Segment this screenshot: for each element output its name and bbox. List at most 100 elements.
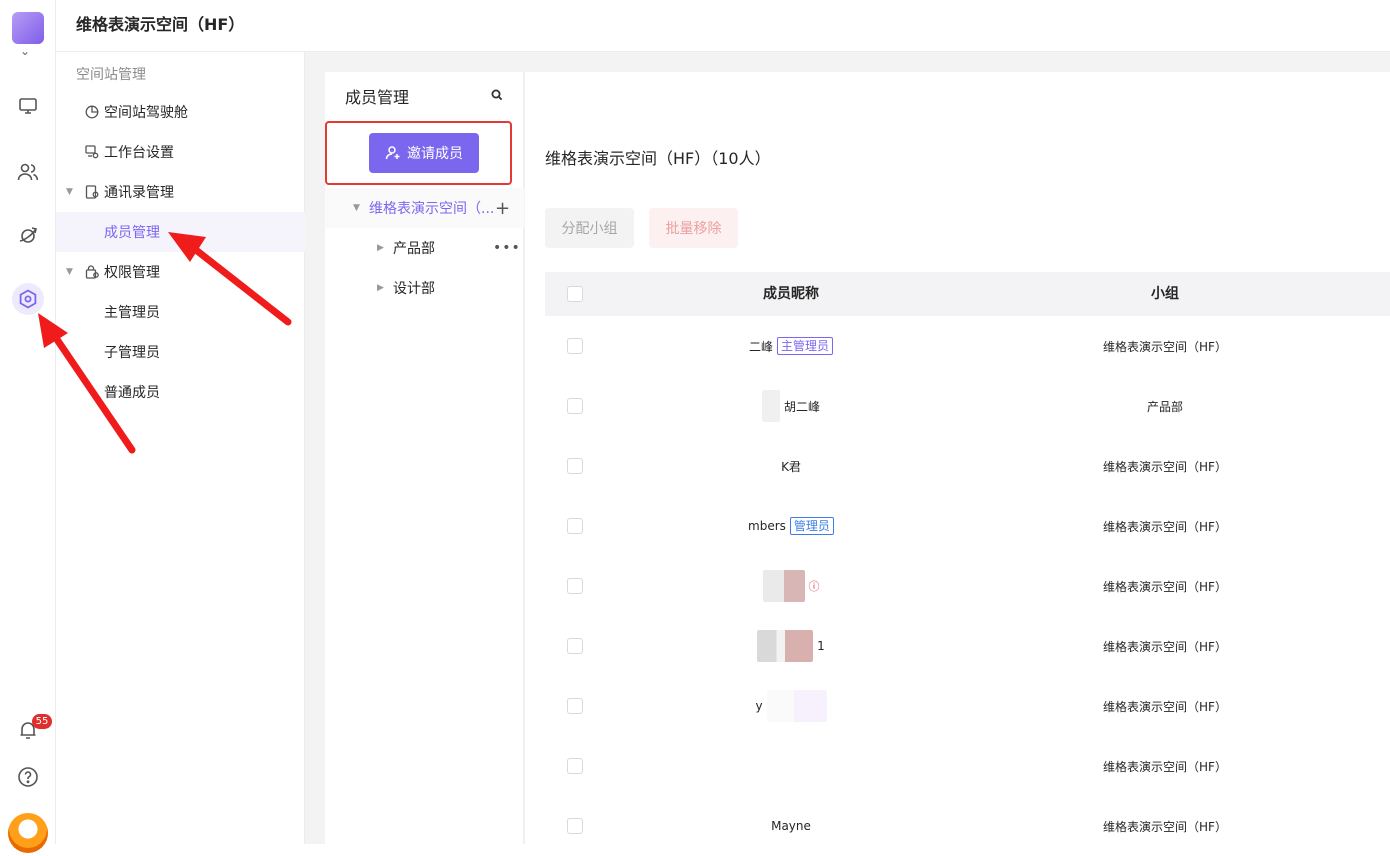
chevron-down-icon[interactable]: ⌄ [20, 44, 30, 58]
member-panel: 成员管理 邀请成员 ▼ 维格表演示空间（... + ▶ 产品部 ••• ▶ 设计… [325, 72, 524, 844]
user-avatar[interactable] [8, 813, 48, 853]
row-checkbox[interactable] [567, 458, 583, 474]
nav-item-label: 工作台设置 [104, 145, 174, 161]
table-row[interactable]: ⓘ 维格表演示空间（HF） [545, 556, 1390, 616]
blurred-avatar [757, 630, 814, 662]
column-group: 小组 [1151, 286, 1179, 302]
search-icon[interactable] [491, 89, 503, 101]
nav-item-label: 子管理员 [104, 345, 160, 361]
nav-item-member-manage[interactable]: 成员管理 [56, 212, 305, 252]
tree-item-root[interactable]: ▼ 维格表演示空间（... + [325, 188, 524, 228]
member-panel-title: 成员管理 [345, 88, 410, 107]
add-icon[interactable]: + [495, 198, 510, 219]
member-name-cell: 胡二峰 [645, 376, 937, 436]
nav-section-title: 空间站管理 [76, 67, 146, 83]
blurred-avatar [762, 570, 805, 602]
member-name-cell: ⓘ [645, 556, 937, 616]
nav-item-label: 通讯录管理 [104, 185, 174, 201]
member-list-main: 维格表演示空间（HF）（10人） 分配小组 批量移除 成员昵称 小组 二峰 主管… [525, 72, 1390, 844]
member-group: 维格表演示空间（HF） [1103, 339, 1227, 354]
member-name: y [755, 699, 763, 713]
member-name: K君 [781, 459, 801, 474]
table-row[interactable]: 胡二峰 产品部 [545, 376, 1390, 436]
member-group: 维格表演示空间（HF） [1103, 699, 1227, 714]
row-checkbox[interactable] [567, 758, 583, 774]
member-group: 维格表演示空间（HF） [1103, 759, 1227, 774]
caret-down-icon[interactable]: ▼ [66, 187, 73, 197]
settings-nav: 空间站管理 空间站驾驶舱 工作台设置 ▼ 通讯录管理 成员管理 ▼ 权限管理 主… [56, 52, 305, 844]
row-checkbox[interactable] [567, 338, 583, 354]
explore-icon[interactable] [12, 220, 44, 252]
table-row[interactable]: 维格表演示空间（HF） [545, 736, 1390, 796]
blurred-avatar [761, 390, 780, 422]
batch-remove-button[interactable]: 批量移除 [649, 208, 738, 248]
member-group: 维格表演示空间（HF） [1103, 639, 1227, 654]
nav-item-contacts-manage[interactable]: ▼ 通讯录管理 [56, 172, 305, 212]
notification-badge: 55 [32, 714, 52, 729]
more-icon[interactable]: ••• [493, 240, 521, 256]
nav-item-label: 空间站驾驶舱 [104, 105, 188, 121]
permission-icon [84, 264, 100, 280]
nav-item-main-admin[interactable]: 主管理员 [56, 292, 305, 332]
nav-item-dashboard[interactable]: 空间站驾驶舱 [56, 92, 305, 132]
nav-item-sub-admin[interactable]: 子管理员 [56, 332, 305, 372]
left-rail: ⌄ 55 [0, 0, 56, 853]
workbench-icon[interactable] [12, 90, 44, 122]
member-group: 维格表演示空间（HF） [1103, 519, 1227, 534]
space-logo[interactable] [12, 12, 44, 44]
table-header: 成员昵称 小组 [545, 272, 1390, 316]
blurred-avatar [766, 690, 827, 722]
member-group: 维格表演示空间（HF） [1103, 819, 1227, 834]
table-row[interactable]: Mayne 维格表演示空间（HF） [545, 796, 1390, 856]
member-name-cell: y [645, 676, 937, 736]
add-user-icon [385, 145, 401, 161]
table-row[interactable]: K君 维格表演示空间（HF） [545, 436, 1390, 496]
tree-root-label: 维格表演示空间（... [369, 201, 495, 217]
role-tag: 主管理员 [777, 337, 834, 355]
row-checkbox[interactable] [567, 698, 583, 714]
table-row[interactable]: 二峰 主管理员 维格表演示空间（HF） [545, 316, 1390, 376]
role-tag: 管理员 [789, 517, 834, 535]
member-name: 1 [817, 639, 825, 653]
nav-item-normal-member[interactable]: 普通成员 [56, 372, 305, 412]
member-name: 胡二峰 [783, 399, 820, 414]
caret-down-icon[interactable]: ▼ [66, 267, 73, 277]
row-checkbox[interactable] [567, 638, 583, 654]
nav-item-label: 普通成员 [104, 385, 160, 401]
tree-item-design[interactable]: ▶ 设计部 [325, 268, 524, 308]
nav-item-workbench-settings[interactable]: 工作台设置 [56, 132, 305, 172]
table-row[interactable]: 1 维格表演示空间（HF） [545, 616, 1390, 676]
row-checkbox[interactable] [567, 818, 583, 834]
member-name: 二峰 [748, 339, 773, 354]
row-checkbox[interactable] [567, 518, 583, 534]
member-name: mbers [748, 519, 786, 533]
invite-member-button[interactable]: 邀请成员 [369, 133, 479, 173]
settings-icon[interactable] [12, 283, 44, 315]
dashboard-icon [84, 104, 100, 120]
contacts-icon[interactable] [12, 156, 44, 188]
row-checkbox[interactable] [567, 578, 583, 594]
member-name: Mayne [771, 819, 811, 833]
caret-right-icon[interactable]: ▶ [377, 243, 384, 253]
member-name-cell: 二峰 主管理员 [645, 316, 937, 376]
member-group: 维格表演示空间（HF） [1103, 459, 1227, 474]
column-nickname: 成员昵称 [763, 286, 819, 302]
contacts-manage-icon [84, 184, 100, 200]
table-row[interactable]: mbers 管理员 维格表演示空间（HF） [545, 496, 1390, 556]
space-title: 维格表演示空间（HF） [76, 15, 245, 34]
caret-down-icon[interactable]: ▼ [353, 203, 360, 213]
caret-right-icon[interactable]: ▶ [377, 283, 384, 293]
table-row[interactable]: y 维格表演示空间（HF） [545, 676, 1390, 736]
member-name-cell: Mayne [645, 796, 937, 856]
row-checkbox[interactable] [567, 398, 583, 414]
assign-group-button[interactable]: 分配小组 [545, 208, 634, 248]
invite-member-label: 邀请成员 [407, 146, 463, 162]
help-icon[interactable] [12, 761, 44, 793]
nav-item-permission[interactable]: ▼ 权限管理 [56, 252, 305, 292]
member-list-title: 维格表演示空间（HF）（10人） [545, 149, 771, 168]
member-name-cell: K君 [645, 436, 937, 496]
top-bar: 维格表演示空间（HF） [56, 0, 1390, 52]
select-all-checkbox[interactable] [567, 286, 583, 302]
tree-item-label: 产品部 [393, 241, 435, 257]
tree-item-product[interactable]: ▶ 产品部 ••• [325, 228, 524, 268]
